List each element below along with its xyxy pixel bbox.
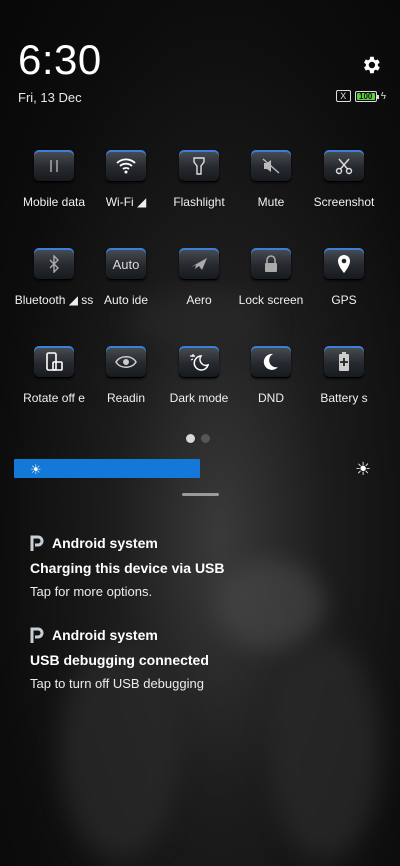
auto-text-icon: Auto <box>106 248 146 280</box>
notification-text: Tap to turn off USB debugging <box>30 676 204 691</box>
location-pin-icon <box>324 248 364 280</box>
tile-bluetooth[interactable]: Bluetooth ◢ ss <box>14 248 94 307</box>
notification-header: Android system <box>30 535 225 551</box>
notification-app-name: Android system <box>52 535 158 551</box>
tile-dark-mode[interactable]: Dark mode <box>159 346 239 405</box>
tile-auto-brightness[interactable]: Auto Auto ide <box>86 248 166 307</box>
tile-lock-screen[interactable]: Lock screen <box>231 248 311 307</box>
notification-title: USB debugging connected <box>30 652 209 668</box>
tile-label: Flashlight <box>173 195 225 209</box>
notification-card[interactable]: Android system Charging this device via … <box>30 535 225 599</box>
no-sim-icon: X <box>335 90 351 102</box>
wifi-icon <box>106 150 146 182</box>
tile-dnd[interactable]: DND <box>231 346 311 405</box>
tile-mute[interactable]: Mute <box>231 150 311 209</box>
tile-label: Battery s <box>320 391 368 405</box>
brightness-low-icon: ☀ <box>30 462 42 477</box>
settings-gear-icon[interactable] <box>360 54 382 76</box>
notification-card[interactable]: Android system USB debugging connected T… <box>30 627 209 691</box>
airplane-icon <box>179 248 219 280</box>
brightness-slider[interactable] <box>14 459 200 478</box>
tile-label: Auto ide <box>103 293 149 307</box>
battery-icon: 100 <box>354 90 379 102</box>
page-indicator <box>186 434 210 443</box>
dark-mode-icon <box>179 346 219 378</box>
tile-label: GPS <box>331 293 357 307</box>
clock-time: 6:30 <box>18 36 102 83</box>
tile-label: Rotate off e <box>23 391 85 405</box>
notification-title: Charging this device via USB <box>30 560 225 576</box>
tile-screenshot[interactable]: Screenshot <box>304 150 384 209</box>
tile-label: Dark mode <box>169 391 229 405</box>
android-system-icon <box>30 627 44 643</box>
android-system-icon <box>30 535 44 551</box>
battery-saver-icon <box>324 346 364 378</box>
page-dot-2[interactable] <box>201 434 210 443</box>
tile-wifi[interactable]: Wi-Fi ◢ <box>86 150 166 209</box>
tile-battery-saver[interactable]: Battery s <box>304 346 384 405</box>
battery-level: 100 <box>356 92 375 101</box>
tile-label: Mute <box>257 195 285 209</box>
charging-bolt-icon: ϟ <box>380 90 386 102</box>
tile-label: DND <box>258 391 284 405</box>
notification-text: Tap for more options. <box>30 584 153 599</box>
drag-handle[interactable] <box>182 493 219 496</box>
auto-brightness-icon[interactable]: ☀ <box>355 459 371 480</box>
notification-header: Android system <box>30 627 209 643</box>
page-dot-1[interactable] <box>186 434 195 443</box>
eye-icon <box>106 346 146 378</box>
tile-label: Wi-Fi ◢ <box>105 195 147 209</box>
tile-mobile-data[interactable]: Mobile data <box>14 150 94 209</box>
mute-icon <box>251 150 291 182</box>
notification-app-name: Android system <box>52 627 158 643</box>
moon-icon <box>251 346 291 378</box>
tile-gps[interactable]: GPS <box>304 248 384 307</box>
tile-rotate[interactable]: Rotate off e <box>14 346 94 405</box>
tile-label: Mobile data <box>22 195 86 209</box>
tile-label: Bluetooth ◢ ss <box>14 293 94 307</box>
rotate-icon <box>34 346 74 378</box>
tile-reading-mode[interactable]: Readin <box>86 346 166 405</box>
status-icons: X 100 ϟ <box>335 90 386 102</box>
tile-label: Screenshot <box>313 195 375 209</box>
tile-aeroplane[interactable]: Aero <box>159 248 239 307</box>
tile-label: Lock screen <box>238 293 304 307</box>
tile-label: Readin <box>106 391 146 405</box>
mobile-data-icon <box>34 150 74 182</box>
bluetooth-icon <box>34 248 74 280</box>
tile-flashlight[interactable]: Flashlight <box>159 150 239 209</box>
scissors-icon <box>324 150 364 182</box>
lock-icon <box>251 248 291 280</box>
flashlight-icon <box>179 150 219 182</box>
tile-label: Aero <box>186 293 212 307</box>
clock-date: Fri, 13 Dec <box>18 90 82 105</box>
